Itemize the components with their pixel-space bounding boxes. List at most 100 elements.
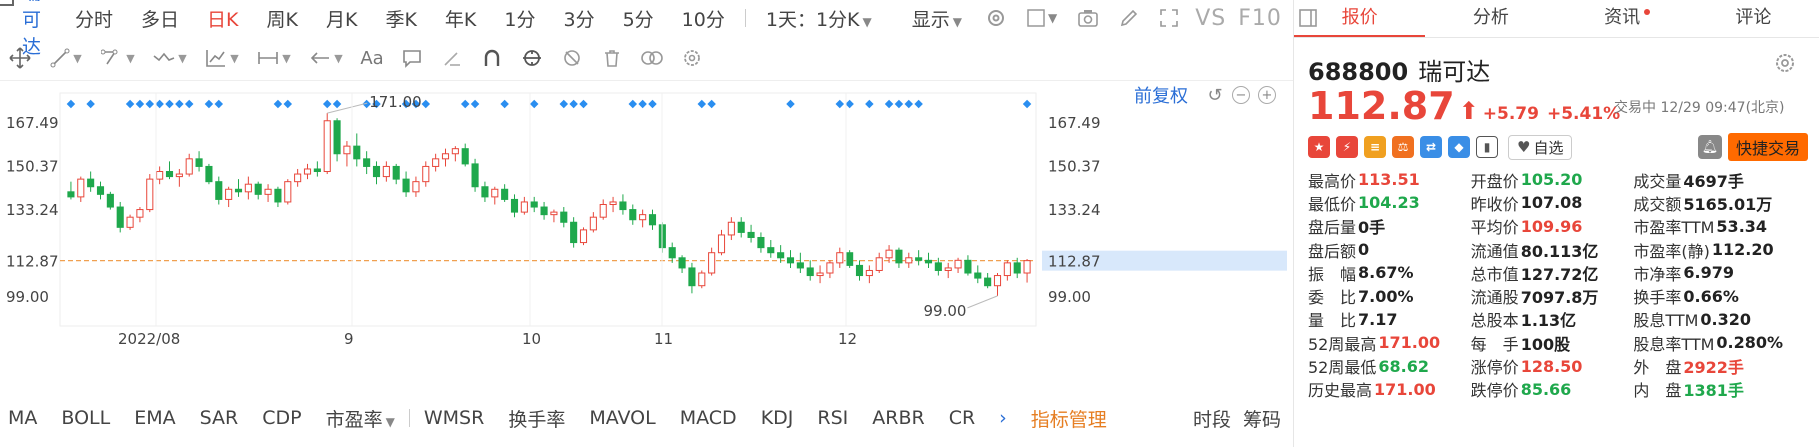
candle-body: [313, 168, 321, 173]
color-box-icon[interactable]: ▼: [1016, 8, 1067, 28]
tab-label: 资讯: [1604, 7, 1641, 28]
indicator-tab[interactable]: ARBR: [860, 407, 936, 429]
indicator-tab[interactable]: MAVOL: [577, 407, 667, 429]
f10-button[interactable]: F10: [1232, 6, 1288, 31]
indicator-tab[interactable]: KDJ: [749, 407, 806, 429]
panel-tab[interactable]: 报价: [1294, 0, 1426, 37]
trash-icon[interactable]: [592, 40, 632, 76]
timeframe-tab[interactable]: 3分: [549, 5, 608, 32]
candle-body: [806, 267, 814, 277]
timeframe-tab[interactable]: 季K: [371, 5, 430, 32]
move-icon[interactable]: [0, 40, 40, 76]
china-flag-icon[interactable]: ★: [1308, 136, 1330, 158]
timeframe-tab[interactable]: 周K: [253, 5, 312, 32]
bell-icon[interactable]: 🔔︎: [1697, 135, 1722, 159]
candle-body: [629, 209, 637, 221]
time-segment-button[interactable]: 时段: [1181, 405, 1243, 432]
stats-row: 最高价 113.51 开盘价 105.20 成交量 4697手: [1308, 168, 1813, 191]
indicator-tab[interactable]: MA: [0, 407, 49, 429]
timeframe-tab[interactable]: 日K: [193, 5, 252, 32]
timeframe-tab[interactable]: 多日: [127, 5, 193, 32]
line-tool-icon[interactable]: ▼: [40, 40, 92, 76]
quick-trade-button[interactable]: 快捷交易: [1727, 133, 1808, 161]
event-marker: [125, 99, 135, 109]
chevron-right-icon[interactable]: ›: [987, 407, 1019, 429]
adjust-button[interactable]: 前复权: [1134, 82, 1188, 108]
range-select[interactable]: 1天：1分K ▼: [752, 5, 886, 32]
wave-tool-icon[interactable]: ▼: [144, 40, 196, 76]
note-tool-icon[interactable]: [392, 40, 432, 76]
reset-icon[interactable]: ↺: [1206, 85, 1224, 106]
vs-button[interactable]: VS: [1189, 6, 1232, 31]
stat-cell: 内 盘 1381手: [1633, 377, 1813, 401]
sync-icon[interactable]: [512, 40, 552, 76]
kline-svg[interactable]: 167.49 167.49 150.37 150.37 133.24 133.24 112.…: [0, 81, 1293, 396]
timeframe-tab[interactable]: 5分: [609, 5, 668, 32]
camera-icon[interactable]: [1067, 8, 1109, 28]
lightning-icon[interactable]: ⚡: [1336, 136, 1358, 158]
settings-icon[interactable]: [976, 8, 1016, 28]
indicator-manager-button[interactable]: 指标管理: [1019, 405, 1119, 432]
y-tick-label-left: 150.37: [6, 157, 59, 175]
low-leader: [967, 295, 998, 309]
stats-row: 振 幅 8.67% 总市值 127.72亿 市净率 6.979: [1308, 261, 1813, 284]
indicator-tab[interactable]: RSI: [805, 407, 860, 429]
eraser-icon[interactable]: [432, 40, 472, 76]
candle-body: [254, 183, 262, 195]
panel-tab[interactable]: 评论: [1688, 0, 1819, 37]
candle-body: [747, 231, 755, 238]
stat-label: 总市值: [1470, 264, 1519, 284]
indicator-tab[interactable]: 换手率: [496, 405, 577, 432]
indicator-label: CDP: [262, 407, 302, 429]
hide-icon[interactable]: [552, 40, 592, 76]
arrow-tool-icon[interactable]: ▼: [300, 40, 352, 76]
magnet-icon[interactable]: [472, 40, 512, 76]
stat-cell: 流通值 80.113亿: [1471, 238, 1634, 262]
candle-body: [520, 201, 528, 213]
indicator-tab[interactable]: WMSR: [412, 407, 496, 429]
timeframe-tab[interactable]: 分时: [61, 5, 127, 32]
channel-tool-icon[interactable]: ▼: [92, 40, 144, 76]
indicator-tab[interactable]: 市盈率 ▼: [314, 405, 407, 432]
gear-icon[interactable]: [1774, 52, 1796, 74]
timeframe-tab[interactable]: 1分: [490, 5, 549, 32]
chips-button[interactable]: 筹码: [1243, 405, 1293, 432]
stat-label: 股息TTM: [1633, 311, 1699, 331]
gear-icon[interactable]: [672, 40, 712, 76]
zoom-in-icon[interactable]: +: [1258, 86, 1276, 104]
fullscreen-icon[interactable]: [1149, 8, 1189, 28]
indicator-tab[interactable]: CDP: [250, 407, 313, 429]
zoom-out-icon[interactable]: −: [1232, 86, 1250, 104]
display-menu[interactable]: 显示 ▼: [898, 5, 976, 32]
candle-body: [363, 158, 371, 167]
tag-icon[interactable]: ◆: [1448, 136, 1470, 158]
add-watchlist-button[interactable]: ♥ 自选: [1508, 134, 1573, 160]
text-tool-icon[interactable]: Aa: [352, 40, 392, 76]
pen-icon[interactable]: [1109, 8, 1149, 28]
candle-body: [609, 201, 617, 206]
panel-tab[interactable]: 资讯: [1557, 0, 1688, 37]
chevron-down-icon: ▼: [282, 51, 291, 65]
candle-body: [619, 201, 627, 211]
timeframe-tab[interactable]: 月K: [312, 5, 371, 32]
fib-tool-icon[interactable]: ▼: [196, 40, 248, 76]
coins-icon[interactable]: ≡: [1364, 136, 1386, 158]
event-marker: [835, 99, 845, 109]
measure-tool-icon[interactable]: ▼: [248, 40, 300, 76]
timeframe-tab[interactable]: 年K: [431, 5, 490, 32]
indicator-tab[interactable]: BOLL: [49, 407, 122, 429]
timeframe-tab[interactable]: 10分: [668, 5, 739, 32]
kline-chart[interactable]: 167.49 167.49 150.37 150.37 133.24 133.24 112.…: [0, 80, 1293, 395]
compare-icon[interactable]: [632, 40, 672, 76]
indicator-tab[interactable]: CR: [937, 407, 987, 429]
shuffle-icon[interactable]: ⇄: [1420, 136, 1442, 158]
scale-icon[interactable]: ⚖: [1392, 136, 1414, 158]
panel-tab[interactable]: 分析: [1425, 0, 1556, 37]
indicator-tab[interactable]: SAR: [188, 407, 251, 429]
bookmark-icon[interactable]: ▮: [1476, 136, 1498, 158]
action-icons: ★ ⚡ ≡ ⚖ ⇄ ◆ ▮ ♥ 自选 🔔︎ 快捷交易: [1308, 133, 1808, 161]
stat-cell: 每 手 100股: [1471, 331, 1634, 355]
stat-cell: 委 比 7.00%: [1308, 284, 1471, 308]
indicator-tab[interactable]: EMA: [122, 407, 187, 429]
indicator-tab[interactable]: MACD: [668, 407, 749, 429]
